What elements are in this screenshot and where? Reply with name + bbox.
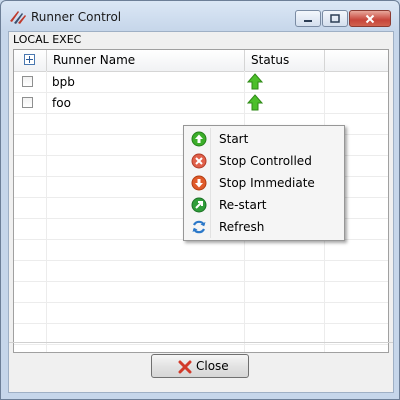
maximize-button[interactable]: [322, 10, 348, 27]
runner-control-window: Runner Control LOCAL EXEC Runner Name St…: [0, 0, 400, 400]
context-menu: Start Stop Controlled Stop Immediate Re-…: [183, 125, 345, 241]
close-button-label: Close: [196, 359, 229, 373]
column-header-runner-name[interactable]: Runner Name: [47, 50, 245, 71]
menu-item-restart[interactable]: Re-start: [186, 194, 342, 216]
menu-item-label: Stop Immediate: [219, 176, 315, 190]
table-row-empty: [14, 282, 388, 303]
table-header: Runner Name Status: [14, 50, 388, 72]
footer-divider: [9, 342, 393, 343]
table-row-empty: [14, 261, 388, 282]
minimize-button[interactable]: [295, 10, 321, 27]
table-row[interactable]: foo: [14, 93, 388, 114]
runner-name-cell: bpb: [52, 75, 75, 89]
close-icon: [365, 14, 375, 23]
menu-item-label: Stop Controlled: [219, 154, 312, 168]
menu-item-label: Start: [219, 132, 249, 146]
window-title: Runner Control: [31, 10, 122, 24]
table-row-empty: [14, 303, 388, 324]
menu-item-stop-immediate[interactable]: Stop Immediate: [186, 172, 342, 194]
row-checkbox[interactable]: [22, 97, 33, 108]
column-header-status[interactable]: Status: [245, 50, 325, 71]
window-close-button[interactable]: [349, 10, 391, 27]
menu-item-label: Refresh: [219, 220, 265, 234]
close-button[interactable]: Close: [151, 354, 249, 378]
app-icon: [10, 11, 26, 24]
stop-controlled-icon: [191, 153, 207, 169]
menu-item-refresh[interactable]: Refresh: [186, 216, 342, 238]
refresh-icon: [192, 220, 206, 234]
stop-immediate-icon: [191, 175, 207, 191]
up-arrow-green-icon: [247, 94, 263, 111]
add-row-icon[interactable]: [24, 54, 35, 65]
runner-name-cell: foo: [52, 96, 71, 110]
menu-item-stop-controlled[interactable]: Stop Controlled: [186, 150, 342, 172]
up-arrow-green-icon: [247, 73, 263, 90]
minimize-icon: [304, 19, 312, 22]
header-add-cell[interactable]: [14, 50, 47, 71]
close-x-icon: [178, 360, 192, 374]
restart-icon: [191, 197, 207, 213]
table-row[interactable]: bpb: [14, 72, 388, 93]
menu-item-label: Re-start: [219, 198, 267, 212]
row-checkbox[interactable]: [22, 76, 33, 87]
group-label: LOCAL EXEC: [13, 33, 82, 46]
table-row-empty: [14, 240, 388, 261]
title-bar[interactable]: Runner Control: [1, 1, 399, 31]
start-icon: [191, 131, 207, 147]
menu-item-start[interactable]: Start: [186, 128, 342, 150]
maximize-icon: [330, 14, 340, 23]
